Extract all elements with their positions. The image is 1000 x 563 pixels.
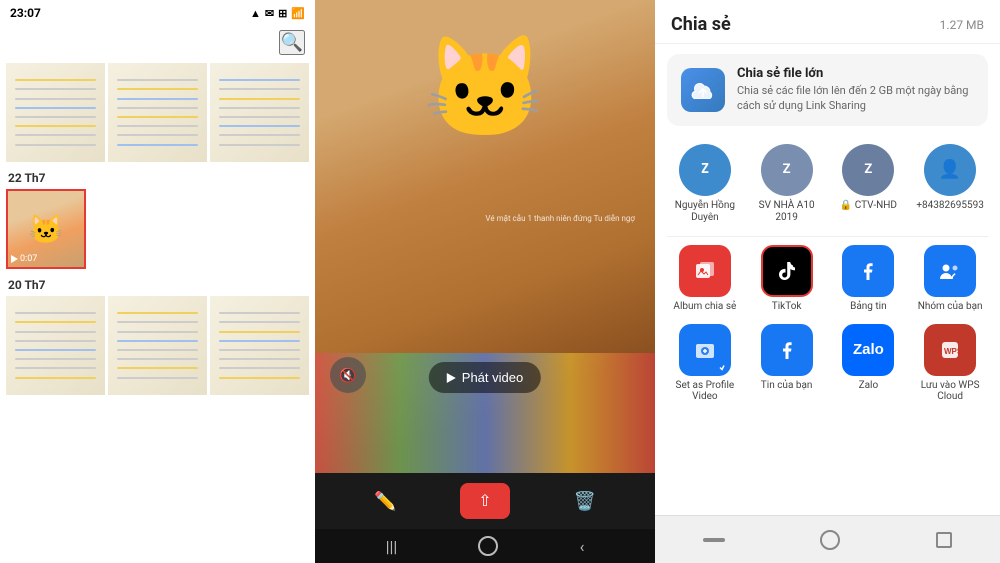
tiktok-icon xyxy=(761,245,813,297)
contact-label-4: +84382695593 xyxy=(916,200,984,212)
share-button[interactable]: ⇧ xyxy=(460,483,509,519)
app-zalo[interactable]: Zalo Zalo xyxy=(831,324,907,402)
contact-avatar-2: Z xyxy=(761,144,813,196)
status-time: 23:07 xyxy=(10,6,41,20)
share-header: Chia sẻ 1.27 MB xyxy=(655,0,1000,44)
share-icon: ⇧ xyxy=(478,491,491,511)
gallery-content: 22 Th7 🐱 0:07 20 Th7 xyxy=(0,59,315,563)
wifi-icon: 📶 xyxy=(291,7,305,20)
edit-button[interactable]: ✏️ xyxy=(360,485,410,518)
gallery-row-20 xyxy=(6,296,309,395)
large-file-title: Chia sẻ file lớn xyxy=(737,66,974,81)
gallery-thumb[interactable] xyxy=(210,63,309,162)
contact-avatar-1: Z xyxy=(679,144,731,196)
gallery-thumb[interactable] xyxy=(108,296,207,395)
contact-label-2: SV NHÀ A10 2019 xyxy=(749,200,825,224)
triangle-icon: ▲ xyxy=(250,7,261,20)
contacts-grid: Z Nguyễn Hồng Duyên Z SV NHÀ A10 2019 Z … xyxy=(655,136,1000,232)
nav-recent-right[interactable] xyxy=(703,538,725,542)
gallery-row-top xyxy=(6,63,309,162)
gallery-header: 🔍 xyxy=(0,26,315,59)
search-button[interactable]: 🔍 xyxy=(279,30,305,55)
video-duration: 0:07 xyxy=(11,254,37,264)
apps-grid-row1: Album chia sẻ TikTok Bảng tin xyxy=(655,241,1000,320)
app-nhom[interactable]: Nhóm của bạn xyxy=(912,245,988,312)
video-panel: 🐱 Vé mặt cẫu 1 thanh niên đứng Tu diễn n… xyxy=(315,0,655,563)
app-tiktok[interactable]: TikTok xyxy=(749,245,825,312)
large-file-card[interactable]: Chia sẻ file lớn Chia sẻ các file lớn lê… xyxy=(667,54,988,126)
bangtin-icon xyxy=(842,245,894,297)
recent-nav[interactable]: ‹ xyxy=(580,537,585,556)
bangtin-label: Bảng tin xyxy=(850,301,887,312)
gallery-thumb[interactable] xyxy=(108,63,207,162)
contact-avatar-4: 👤 xyxy=(924,144,976,196)
gallery-thumb[interactable] xyxy=(6,296,105,395)
profile-video-label: Set as Profile Video xyxy=(667,380,743,402)
large-file-desc: Chia sẻ các file lớn lên đến 2 GB một ng… xyxy=(737,83,974,114)
gallery-panel: 23:07 ▲ ✉ ⊞ 📶 🔍 xyxy=(0,0,315,563)
mute-button[interactable]: 🔇 xyxy=(330,357,366,393)
back-nav[interactable]: ||| xyxy=(386,537,398,556)
cat-video-background: 🐱 Vé mặt cẫu 1 thanh niên đứng Tu diễn n… xyxy=(315,0,655,473)
zalo-icon: Zalo xyxy=(842,324,894,376)
nhom-icon xyxy=(924,245,976,297)
cloud-icon xyxy=(681,68,725,112)
status-bar: 23:07 ▲ ✉ ⊞ 📶 xyxy=(0,0,315,26)
contact-label-3: 🔒 CTV-NHD xyxy=(840,200,897,212)
share-title: Chia sẻ xyxy=(671,14,731,35)
tiktok-label: TikTok xyxy=(772,301,802,312)
app-profile-video[interactable]: Set as Profile Video xyxy=(667,324,743,402)
gallery-thumb[interactable] xyxy=(210,296,309,395)
wps-label: Lưu vào WPS Cloud xyxy=(912,380,988,402)
app-tin[interactable]: Tin của bạn xyxy=(749,324,825,402)
contact-label-1: Nguyễn Hồng Duyên xyxy=(667,200,743,224)
app-album[interactable]: Album chia sẻ xyxy=(667,245,743,312)
gallery-row-22: 🐱 0:07 xyxy=(6,189,309,269)
play-video-label: Phát video xyxy=(462,370,523,385)
app-wps[interactable]: WPS Lưu vào WPS Cloud xyxy=(912,324,988,402)
tin-label: Tin của bạn xyxy=(761,380,813,391)
gallery-thumb[interactable] xyxy=(6,63,105,162)
wps-icon: WPS xyxy=(924,324,976,376)
android-nav-right xyxy=(655,515,1000,563)
app-bangtin[interactable]: Bảng tin xyxy=(831,245,907,312)
trash-icon: 🗑️ xyxy=(574,491,596,512)
contact-item-4[interactable]: 👤 +84382695593 xyxy=(912,144,988,224)
pencil-icon: ✏️ xyxy=(374,491,396,512)
video-content: 🐱 Vé mặt cẫu 1 thanh niên đứng Tu diễn n… xyxy=(315,0,655,473)
home-nav[interactable] xyxy=(478,536,498,556)
date-label-22: 22 Th7 xyxy=(6,165,309,189)
apps-grid-row2: Set as Profile Video Tin của bạn Zalo Za… xyxy=(655,320,1000,410)
contact-item-1[interactable]: Z Nguyễn Hồng Duyên xyxy=(667,144,743,224)
share-panel: Chia sẻ 1.27 MB Chia sẻ file lớn Chia sẻ… xyxy=(655,0,1000,563)
nav-back-right[interactable] xyxy=(936,532,952,548)
play-triangle-icon xyxy=(447,373,456,383)
delete-button[interactable]: 🗑️ xyxy=(560,485,610,518)
nav-home-right[interactable] xyxy=(820,530,840,550)
android-nav-middle: ||| ‹ xyxy=(315,529,655,563)
tin-icon xyxy=(761,324,813,376)
video-overlay-text: Vé mặt cẫu 1 thanh niên đứng Tu diễn ngợ xyxy=(485,213,635,224)
album-label: Album chia sẻ xyxy=(673,301,736,312)
selected-video-thumb[interactable]: 🐱 0:07 xyxy=(6,189,86,269)
profile-video-icon xyxy=(679,324,731,376)
contact-avatar-3: Z xyxy=(842,144,894,196)
album-icon xyxy=(679,245,731,297)
date-label-20: 20 Th7 xyxy=(6,272,309,296)
mute-icon: 🔇 xyxy=(339,367,356,384)
share-file-size: 1.27 MB xyxy=(940,18,984,32)
cat-image: 🐱 xyxy=(423,30,548,147)
divider-1 xyxy=(667,236,988,237)
contact-item-2[interactable]: Z SV NHÀ A10 2019 xyxy=(749,144,825,224)
contact-item-3[interactable]: Z 🔒 CTV-NHD xyxy=(831,144,907,224)
video-bottom-nav: ✏️ ⇧ 🗑️ xyxy=(315,473,655,529)
svg-text:WPS: WPS xyxy=(944,347,963,356)
zalo-label: Zalo xyxy=(859,380,879,391)
notification-icon: ✉ xyxy=(265,7,274,20)
status-icons: ▲ ✉ ⊞ 📶 xyxy=(250,7,305,20)
nhom-label: Nhóm của bạn xyxy=(918,301,983,312)
play-video-button[interactable]: Phát video xyxy=(429,362,541,393)
large-file-info: Chia sẻ file lớn Chia sẻ các file lớn lê… xyxy=(737,66,974,114)
menu-icon: ⊞ xyxy=(278,7,287,20)
